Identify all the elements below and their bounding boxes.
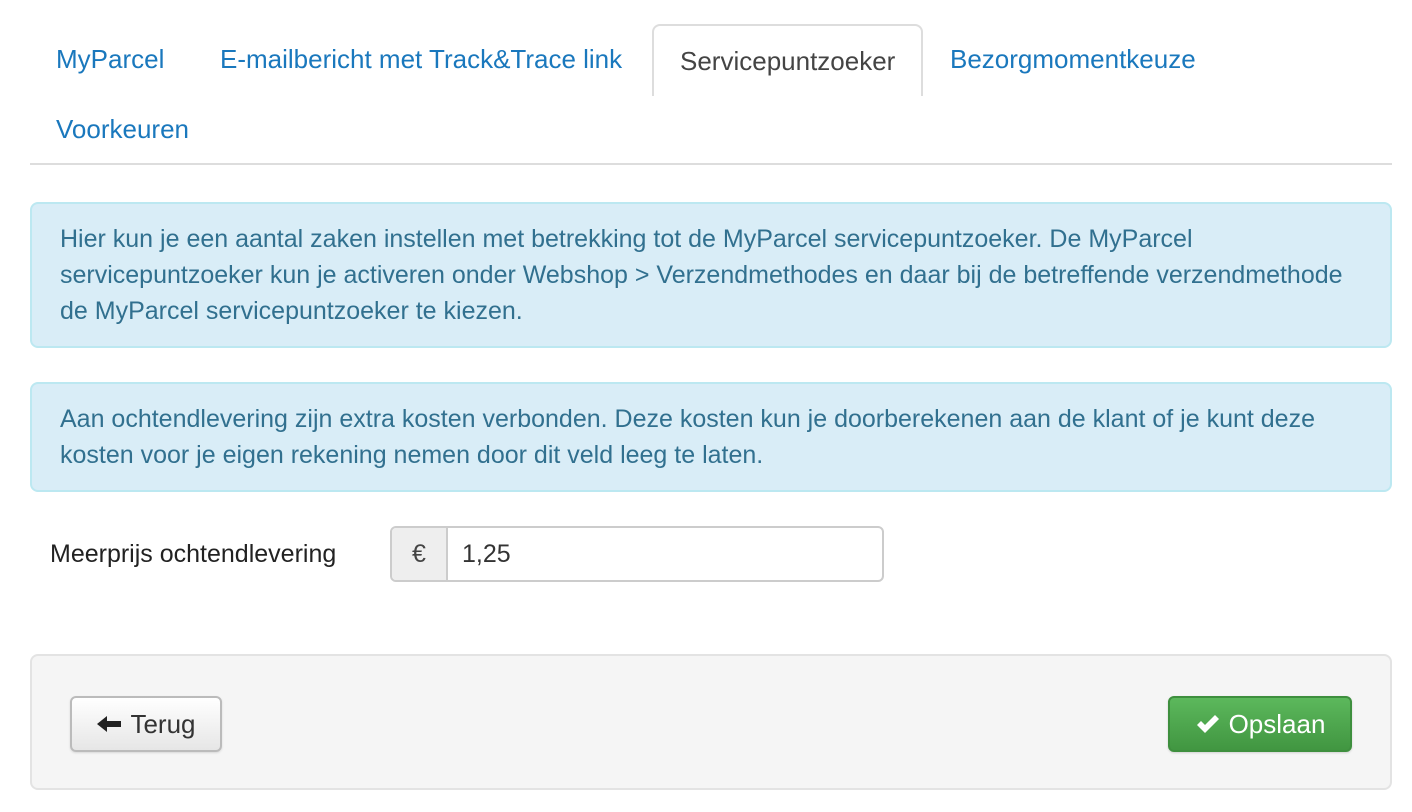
- checkmark-icon: [1195, 713, 1221, 735]
- surcharge-label: Meerprijs ochtendlevering: [50, 540, 337, 568]
- form-footer: Terug Opslaan: [30, 654, 1392, 790]
- arrow-left-icon: [96, 714, 122, 734]
- tab-servicepuntzoeker[interactable]: Servicepuntzoeker: [652, 24, 924, 96]
- morning-delivery-info-alert: Aan ochtendlevering zijn extra kosten ve…: [30, 382, 1392, 492]
- currency-addon: €: [392, 528, 448, 580]
- save-button-label: Opslaan: [1228, 708, 1326, 739]
- tab-myparcel[interactable]: MyParcel: [30, 24, 190, 94]
- surcharge-input[interactable]: [448, 528, 882, 580]
- back-button[interactable]: Terug: [70, 696, 222, 752]
- tab-email-track-trace[interactable]: E-mailbericht met Track&Trace link: [194, 24, 648, 94]
- tab-voorkeuren[interactable]: Voorkeuren: [30, 94, 215, 164]
- back-button-label: Terug: [130, 708, 196, 739]
- servicepoint-info-alert: Hier kun je een aantal zaken instellen m…: [30, 202, 1392, 348]
- surcharge-input-group: €: [390, 526, 884, 582]
- save-button[interactable]: Opslaan: [1168, 696, 1352, 752]
- tab-bezorgmomentkeuze[interactable]: Bezorgmomentkeuze: [924, 24, 1222, 94]
- tab-bar: MyParcel E-mailbericht met Track&Trace l…: [30, 24, 1392, 165]
